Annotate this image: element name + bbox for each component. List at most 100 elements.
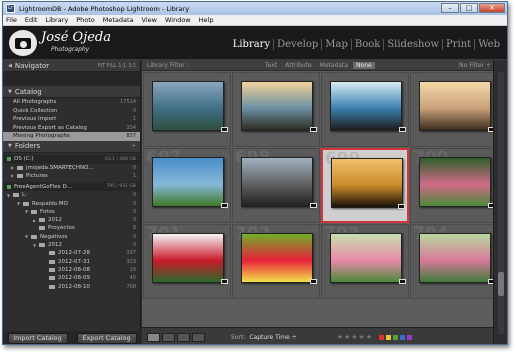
module-web[interactable]: Web [474,39,503,50]
menu-photo[interactable]: Photo [76,16,95,24]
folder-row[interactable]: ▶ jmojeda.SMARTECHNO... 0 [3,164,140,172]
flag-dots-icon[interactable]: ◦◦ [222,75,227,80]
thumbnail-cell[interactable]: 702 ◦◦ [232,224,320,299]
folder-row[interactable]: ▶ Pictures 1 [3,172,140,180]
missing-file-badge-icon[interactable] [221,279,228,284]
folder-row[interactable]: Proyectos 8 [3,224,140,232]
catalog-item[interactable]: Quick Collection 0 [3,107,140,116]
module-slideshow[interactable]: Slideshow [383,39,442,50]
folder-row[interactable]: ▼ Negativos 0 [3,233,140,241]
photo-thumbnail[interactable] [241,157,313,207]
module-develop[interactable]: Develop [273,39,321,50]
menu-help[interactable]: Help [199,16,214,24]
missing-file-badge-icon[interactable] [310,279,317,284]
filter-preset[interactable]: No Filter ÷ [459,62,491,69]
survey-view-button[interactable] [192,332,205,342]
folder-row[interactable]: ▼ Fotos 0 [3,208,140,216]
thumbnail-cell[interactable]: 698 ◦◦ [232,148,320,223]
scrollbar-thumb[interactable] [498,272,504,296]
zoom-options[interactable]: FIT FILL 1:1 3:1 [98,63,136,69]
thumbnail-cell[interactable]: 704 ◦◦ [410,224,494,299]
flag-dots-icon[interactable]: ◦◦ [222,151,227,156]
photo-thumbnail[interactable] [152,233,224,283]
folder-row[interactable]: 2012-07-31 323 [3,257,140,265]
sort-select[interactable]: Capture Time ÷ [249,334,296,341]
catalog-item[interactable]: Previous Export as Catalog 334 [3,124,140,133]
folder-row[interactable]: ▼ Respaldo.MO 0 [3,199,140,207]
photo-thumbnail[interactable] [241,81,313,131]
close-button[interactable]: ✕ [479,3,505,13]
folder-row[interactable]: ▼ 2012 0 [3,241,140,249]
photo-thumbnail[interactable] [152,81,224,131]
menu-file[interactable]: File [6,16,17,24]
flag-dots-icon[interactable]: ◦◦ [400,75,405,80]
thumbnail-cell[interactable]: 701 ◦◦ [143,224,231,299]
flag-dots-icon[interactable]: ◦◦ [311,151,316,156]
thumbnail-cell[interactable]: ◦◦ [232,72,320,147]
flag-dots-icon[interactable]: ◦◦ [311,227,316,232]
photo-thumbnail[interactable] [419,81,491,131]
flag-dots-icon[interactable]: ◦◦ [311,75,316,80]
menu-view[interactable]: View [142,16,157,24]
thumbnail-cell[interactable]: ◦◦ [410,72,494,147]
color-label-swatch[interactable] [407,334,413,340]
catalog-item[interactable]: Missing Photographs 837 [3,132,140,141]
filter-option[interactable]: Metadata [317,62,351,69]
thumbnail-cell[interactable]: ◦◦ [143,72,231,147]
menu-library[interactable]: Library [45,16,68,24]
menu-edit[interactable]: Edit [25,16,38,24]
missing-file-badge-icon[interactable] [399,279,406,284]
rating-stars[interactable]: ★★★★★ [337,333,373,341]
import-catalog-button[interactable]: Import Catalog [7,333,68,344]
photo-thumbnail[interactable] [330,81,402,131]
thumbnail-cell[interactable]: 697 ◦◦ [143,148,231,223]
color-label-swatch[interactable] [386,334,392,340]
photo-thumbnail[interactable] [152,157,224,207]
folder-row[interactable]: ▶ 2012 0 [3,216,140,224]
navigator-header[interactable]: ◀ Navigator FIT FILL 1:1 3:1 [3,60,140,72]
loupe-view-button[interactable] [162,332,175,342]
flag-dots-icon[interactable]: ◦◦ [400,227,405,232]
volume-os[interactable]: OS (C:) 63.1 / 466 GB [3,154,140,164]
flag-dots-icon[interactable]: ◦◦ [222,227,227,232]
thumbnail-cell[interactable]: ◦◦ [321,72,409,147]
photo-thumbnail[interactable] [419,233,491,283]
module-map[interactable]: Map [321,39,351,50]
grid-view-button[interactable] [147,332,160,342]
folder-row[interactable]: ▼ L: 0 [3,191,140,199]
folder-row[interactable]: 2012-08-10 708 [3,282,140,290]
photo-thumbnail[interactable] [419,157,491,207]
filter-option[interactable]: Text [262,62,280,69]
missing-file-badge-icon[interactable] [398,204,405,209]
photo-thumbnail[interactable] [331,158,403,208]
filter-option[interactable]: Attribute [282,62,315,69]
folder-row[interactable]: 2012-07-28 397 [3,249,140,257]
volume-external[interactable]: FreeAgentGoFlex D... 795 / 931 GB [3,182,140,192]
catalog-item[interactable]: Previous Import 1 [3,115,140,124]
export-catalog-button[interactable]: Export Catalog [76,333,137,344]
menu-window[interactable]: Window [165,16,191,24]
thumbnail-cell[interactable]: 699 ◦◦ [321,148,409,223]
thumbnail-cell[interactable]: 700 ◦◦ [410,148,494,223]
catalog-item[interactable]: All Photographs 17514 [3,98,140,107]
thumbnail-cell[interactable]: 703 ◦◦ [321,224,409,299]
module-print[interactable]: Print [442,39,474,50]
catalog-header[interactable]: ▼ Catalog [3,86,140,98]
flag-dots-icon[interactable]: ◦◦ [399,152,404,157]
photo-thumbnail[interactable] [330,233,402,283]
missing-file-badge-icon[interactable] [221,203,228,208]
compare-view-button[interactable] [177,332,190,342]
module-library[interactable]: Library [230,39,273,50]
module-book[interactable]: Book [350,39,383,50]
missing-file-badge-icon[interactable] [310,203,317,208]
filter-option[interactable]: None [353,61,375,69]
color-label-swatch[interactable] [400,334,406,340]
color-label-swatch[interactable] [379,334,385,340]
missing-file-badge-icon[interactable] [310,127,317,132]
grid-scrollbar[interactable] [498,72,504,334]
missing-file-badge-icon[interactable] [399,127,406,132]
missing-file-badge-icon[interactable] [221,127,228,132]
folder-row[interactable]: 2012-08-09 40 [3,274,140,282]
maximize-button[interactable]: □ [460,3,478,13]
menu-metadata[interactable]: Metadata [103,16,134,24]
